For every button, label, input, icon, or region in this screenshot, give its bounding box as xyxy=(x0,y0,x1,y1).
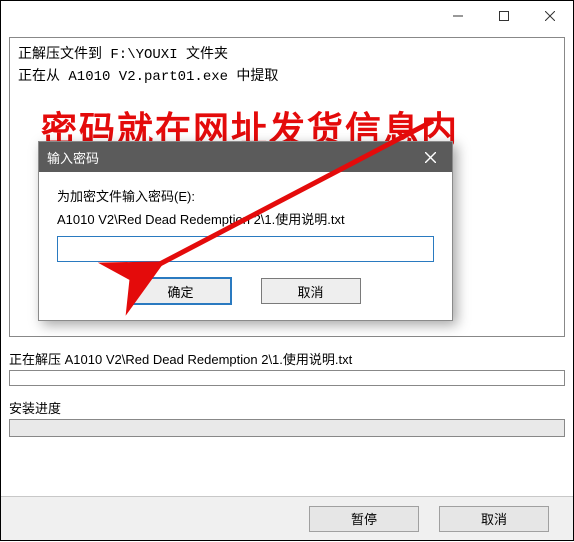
ok-button[interactable]: 确定 xyxy=(131,278,231,304)
current-file-progress xyxy=(9,370,565,386)
log-line: 正解压文件到 F:\YOUXI 文件夹 xyxy=(18,44,556,66)
dialog-title-text: 输入密码 xyxy=(47,148,99,167)
password-dialog: 输入密码 为加密文件输入密码(E): A1010 V2\Red Dead Red… xyxy=(38,141,453,321)
window-titlebar xyxy=(1,1,573,31)
minimize-button[interactable] xyxy=(435,1,481,31)
cancel-button[interactable]: 取消 xyxy=(261,278,361,304)
pause-button[interactable]: 暂停 xyxy=(309,506,419,532)
dialog-titlebar[interactable]: 输入密码 xyxy=(39,142,452,172)
current-file-label: 正在解压 A1010 V2\Red Dead Redemption 2\1.使用… xyxy=(9,349,565,368)
install-progress-bar xyxy=(9,419,565,437)
close-button[interactable] xyxy=(527,1,573,31)
maximize-button[interactable] xyxy=(481,1,527,31)
window-footer: 暂停 取消 xyxy=(1,496,573,540)
password-prompt-label: 为加密文件输入密码(E): xyxy=(57,186,434,205)
password-input[interactable] xyxy=(57,236,434,262)
log-line: 正在从 A1010 V2.part01.exe 中提取 xyxy=(18,66,556,88)
dialog-close-button[interactable] xyxy=(416,146,444,168)
install-progress-label: 安装进度 xyxy=(9,398,565,417)
cancel-extraction-button[interactable]: 取消 xyxy=(439,506,549,532)
password-file-path: A1010 V2\Red Dead Redemption 2\1.使用说明.tx… xyxy=(57,209,434,228)
